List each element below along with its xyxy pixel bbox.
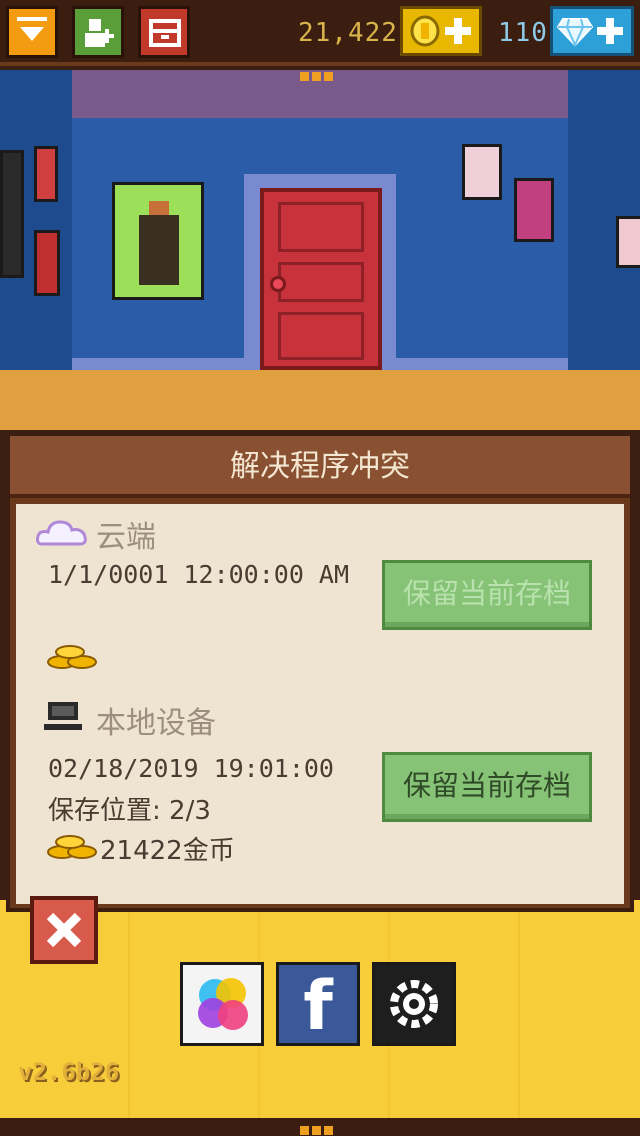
cloud-datetime: 1/1/0001 12:00:00 AM: [48, 560, 350, 589]
cloud-icon: [36, 520, 87, 546]
gem-count: 110: [498, 18, 548, 48]
facebook-icon: f: [303, 967, 333, 1046]
local-device-label: 本地设备: [96, 706, 216, 741]
keep-local-save-button[interactable]: 保留当前存档: [382, 752, 592, 822]
door-knob: [270, 276, 286, 292]
local-datetime: 02/18/2019 19:01:00: [48, 754, 334, 783]
room-floor: [0, 370, 640, 430]
door-panel: [278, 312, 364, 360]
facebook-button[interactable]: f: [276, 962, 360, 1046]
top-notch: [300, 66, 340, 81]
add-friend-icon: [85, 19, 114, 47]
top-bar: 21,422 110: [0, 0, 640, 66]
plus-icon: [597, 18, 623, 44]
game-center-icon: [198, 978, 248, 1030]
storage-button[interactable]: [138, 6, 190, 58]
menu-dropdown-button[interactable]: [6, 6, 58, 58]
diamond-icon: [557, 18, 593, 47]
dialog-title: 解决程序冲突: [230, 449, 410, 484]
keep-cloud-save-button[interactable]: 保留当前存档: [382, 560, 592, 630]
coins-stack-icon: [47, 835, 97, 859]
close-button[interactable]: [30, 896, 98, 964]
close-x-icon: [46, 912, 82, 948]
computer-icon: [44, 702, 82, 730]
movie-poster: [112, 182, 204, 300]
coin-icon: [410, 15, 440, 47]
local-save-slot: 保存位置: 2/3: [48, 796, 211, 826]
plus-icon: [445, 18, 471, 44]
wall-poster: [616, 216, 640, 268]
coins-stack-icon: [47, 645, 97, 669]
cloud-label: 云端: [96, 520, 156, 555]
door-panel: [278, 262, 364, 302]
poster-figure: [139, 215, 179, 285]
add-friend-button[interactable]: [72, 6, 124, 58]
game-center-button[interactable]: [180, 962, 264, 1046]
dialog-header: 解决程序冲突: [10, 436, 630, 498]
buy-gems-button[interactable]: [550, 6, 634, 56]
wall-poster: [514, 178, 554, 242]
room-scene: [0, 70, 640, 430]
wall-poster: [0, 150, 24, 278]
door-panel: [278, 202, 364, 252]
wall-poster: [34, 146, 58, 202]
settings-button[interactable]: [372, 962, 456, 1046]
version-label: v2.6b26: [18, 1058, 120, 1086]
bottom-notch: [300, 1120, 340, 1135]
local-coins: 21422金币: [100, 836, 235, 866]
wall-poster: [462, 144, 502, 200]
gear-icon: [390, 980, 438, 1028]
room-door[interactable]: [260, 188, 382, 370]
coin-count: 21,422: [298, 18, 398, 48]
buy-coins-button[interactable]: [400, 6, 482, 56]
dropdown-arrow-icon: [17, 17, 47, 41]
wall-poster: [34, 230, 60, 296]
storage-icon: [149, 19, 181, 47]
